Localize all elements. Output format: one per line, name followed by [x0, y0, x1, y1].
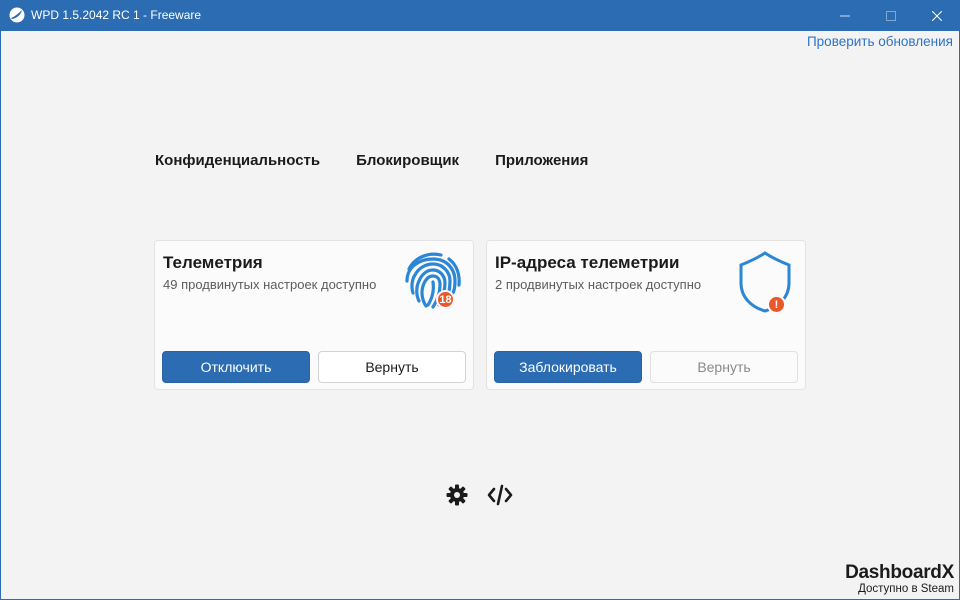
gear-icon[interactable] [445, 483, 469, 507]
card-badge: 18 [436, 290, 455, 309]
card-title: Телеметрия [163, 253, 263, 272]
dashboardx-logo: DashboardX [845, 562, 954, 583]
close-button[interactable] [914, 0, 960, 31]
block-ip-button[interactable]: Заблокировать [494, 351, 642, 383]
code-icon[interactable] [487, 483, 513, 507]
card-icon-wrap: 18 [399, 247, 467, 315]
main-tabs: Конфиденциальность Блокировщик Приложени… [155, 152, 624, 169]
disable-telemetry-button[interactable]: Отключить [162, 351, 310, 383]
revert-ip-button: Вернуть [650, 351, 798, 383]
fingerprint-icon [405, 252, 461, 309]
window-frame [0, 31, 960, 600]
card-icon-wrap: ! [731, 247, 799, 315]
title-bar: WPD 1.5.2042 RC 1 - Freeware [0, 0, 960, 31]
shield-icon [739, 251, 791, 313]
revert-telemetry-button[interactable]: Вернуть [318, 351, 466, 383]
bottom-toolbar [445, 483, 513, 507]
app-logo-icon [9, 7, 25, 23]
tab-privacy[interactable]: Конфиденциальность [155, 152, 320, 169]
window-title: WPD 1.5.2042 RC 1 - Freeware [31, 8, 202, 22]
card-subtitle: 49 продвинутых настроек доступно [163, 277, 377, 292]
telemetry-card: Телеметрия 49 продвинутых настроек досту… [154, 240, 474, 390]
steam-availability-text: Доступно в Steam [858, 583, 954, 595]
card-subtitle: 2 продвинутых настроек доступно [495, 277, 702, 292]
card-badge: ! [767, 295, 786, 314]
steam-promo[interactable]: DashboardX Доступно в Steam [845, 563, 954, 596]
tab-apps[interactable]: Приложения [495, 152, 588, 169]
maximize-button[interactable] [868, 0, 914, 31]
telemetry-ip-card: IP-адреса телеметрии 2 продвинутых настр… [486, 240, 806, 390]
maximize-icon [886, 10, 896, 21]
close-icon [932, 10, 942, 21]
minimize-icon [840, 15, 850, 16]
check-updates-link[interactable]: Проверить обновления [807, 34, 953, 49]
tab-blocker[interactable]: Блокировщик [356, 152, 459, 169]
minimize-button[interactable] [822, 0, 868, 31]
card-title: IP-адреса телеметрии [495, 253, 680, 272]
